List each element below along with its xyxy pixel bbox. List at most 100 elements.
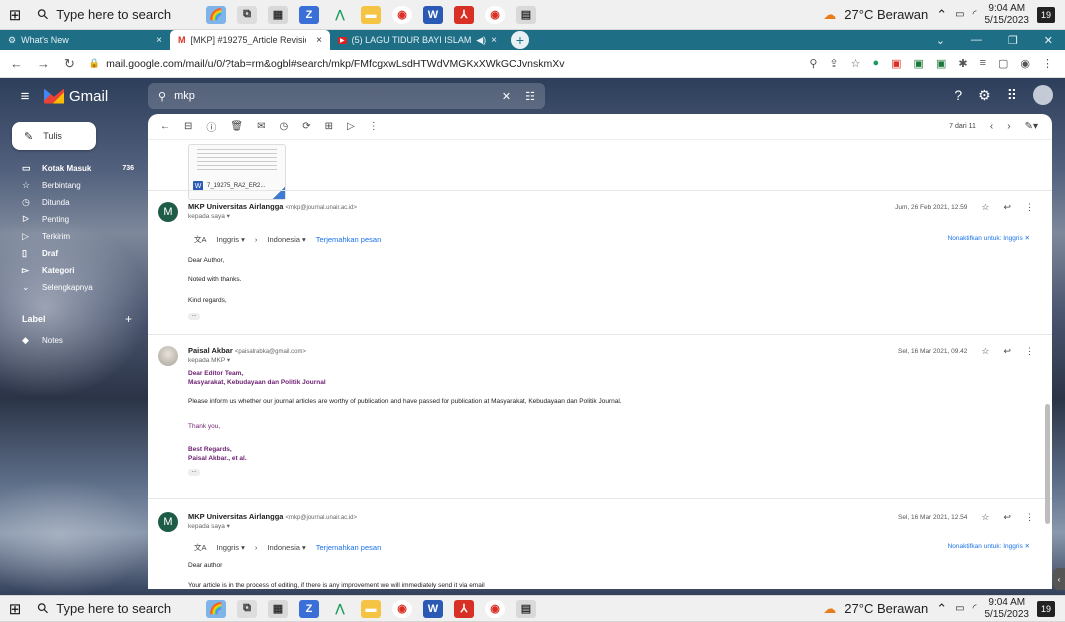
weather-text[interactable]: 27°C Berawan bbox=[844, 601, 928, 616]
search-icon[interactable]: ⚲ bbox=[158, 90, 166, 103]
file-explorer-icon[interactable]: ▬ bbox=[361, 599, 381, 618]
gmail-logo[interactable]: Gmail bbox=[44, 88, 108, 105]
attachment-card[interactable]: W 7_19275_RA2_ER2... bbox=[188, 144, 286, 200]
sidebar-item-inbox[interactable]: ▭ Kotak Masuk 736 bbox=[0, 160, 148, 176]
reply-icon[interactable]: ↩ bbox=[1003, 346, 1011, 357]
windows-start-icon[interactable]: ⊞ bbox=[0, 6, 30, 24]
translate-to[interactable]: Indonesia ▾ bbox=[267, 543, 305, 552]
sender-avatar[interactable] bbox=[158, 346, 178, 366]
task-view-icon[interactable]: ⧉ bbox=[237, 5, 257, 24]
mail-search-input[interactable]: ⚲ mkp ✕ ☷ bbox=[148, 83, 545, 109]
maximize-icon[interactable]: ❐ bbox=[1008, 34, 1018, 47]
recipients-toggle[interactable]: kepada saya ▾ bbox=[188, 212, 230, 220]
close-window-icon[interactable]: ✕ bbox=[1044, 34, 1053, 47]
clock[interactable]: 9:04 AM 5/15/2023 bbox=[985, 597, 1030, 621]
newer-icon[interactable]: ‹ bbox=[990, 121, 993, 132]
bookmark-star-icon[interactable]: ☆ bbox=[851, 57, 861, 70]
sender[interactable]: MKP Universitas Airlangga <mkp@journal.u… bbox=[188, 512, 357, 521]
app-icon[interactable]: 🌈 bbox=[206, 599, 226, 618]
windows-start-icon[interactable]: ⊞ bbox=[0, 600, 30, 618]
close-icon[interactable]: × bbox=[491, 35, 497, 46]
translate-from[interactable]: Inggris ▾ bbox=[217, 235, 245, 244]
sender-avatar[interactable]: M bbox=[158, 202, 178, 222]
sidebar-item-sent[interactable]: ▷ Terkirim bbox=[0, 228, 148, 244]
word-icon[interactable]: W bbox=[423, 5, 443, 24]
chrome-icon[interactable]: ◉ bbox=[392, 5, 412, 24]
star-icon[interactable]: ☆ bbox=[981, 512, 989, 523]
chrome-icon[interactable]: ◉ bbox=[485, 599, 505, 618]
extension-icon[interactable]: ▣ bbox=[891, 57, 901, 70]
input-tools-icon[interactable]: ✎▾ bbox=[1025, 121, 1038, 132]
reply-icon[interactable]: ↩ bbox=[1003, 202, 1011, 213]
extension-icon[interactable]: ▣ bbox=[936, 57, 946, 70]
sidebar-item-starred[interactable]: ☆ Berbintang bbox=[0, 177, 148, 193]
app-icon[interactable]: ⋀ bbox=[330, 599, 350, 618]
tab-whats-new[interactable]: ⚙ What's New × bbox=[0, 30, 170, 50]
sidebar-item-categories[interactable]: ▻ Kategori bbox=[0, 262, 148, 278]
sidebar-item-more[interactable]: ⌄ Selengkapnya bbox=[0, 279, 148, 295]
app-icon[interactable]: ▤ bbox=[516, 599, 536, 618]
turn-off-translate[interactable]: Nonaktifkan untuk: Inggris ✕ bbox=[948, 234, 1030, 242]
tab-search-icon[interactable]: ⌄ bbox=[936, 34, 945, 47]
labels-icon[interactable]: ▷ bbox=[347, 121, 355, 132]
show-trimmed-content[interactable]: ... bbox=[188, 468, 200, 476]
notification-icon[interactable]: 19 bbox=[1037, 600, 1055, 617]
app-icon[interactable]: Z bbox=[299, 5, 319, 24]
clear-search-icon[interactable]: ✕ bbox=[502, 90, 511, 103]
translate-link[interactable]: Terjemahkan pesan bbox=[316, 543, 381, 552]
word-icon[interactable]: W bbox=[423, 599, 443, 618]
translate-to[interactable]: Indonesia ▾ bbox=[267, 235, 305, 244]
new-tab-button[interactable]: + bbox=[511, 31, 529, 49]
star-icon[interactable]: ☆ bbox=[981, 202, 989, 213]
compose-button[interactable]: ✎ Tulis bbox=[12, 122, 96, 150]
url-field[interactable]: 🔒 mail.google.com/mail/u/0/?tab=rm&ogbl#… bbox=[89, 58, 565, 70]
pdf-icon[interactable]: ⅄ bbox=[454, 599, 474, 618]
more-vert-icon[interactable]: ⋮ bbox=[1025, 346, 1034, 357]
weather-text[interactable]: 27°C Berawan bbox=[844, 7, 928, 22]
sidebar-item-drafts[interactable]: ▯ Draf bbox=[0, 245, 148, 261]
report-spam-icon[interactable]: ⓘ bbox=[206, 119, 216, 134]
taskbar-search[interactable]: ⚲ Type here to search bbox=[30, 596, 180, 621]
tray-chevron-icon[interactable]: ⌃ bbox=[936, 601, 947, 617]
main-menu-icon[interactable]: ≡ bbox=[10, 88, 40, 105]
snooze-icon[interactable]: ◷ bbox=[279, 121, 288, 132]
side-panel-icon[interactable]: ▢ bbox=[998, 57, 1008, 70]
scrollbar[interactable] bbox=[1045, 404, 1050, 524]
extensions-puzzle-icon[interactable]: ✱ bbox=[958, 57, 967, 70]
show-trimmed-content[interactable]: ... bbox=[188, 312, 200, 320]
sidebar-item-notes[interactable]: ◆ Notes bbox=[0, 332, 148, 348]
tab-gmail[interactable]: M [MKP] #19275_Article Revision 3 × bbox=[170, 30, 330, 50]
chrome-icon[interactable]: ◉ bbox=[485, 5, 505, 24]
sidebar-item-snoozed[interactable]: ◷ Ditunda bbox=[0, 194, 148, 210]
forward-icon[interactable]: → bbox=[37, 56, 50, 72]
extension-icon[interactable]: ▣ bbox=[914, 57, 924, 70]
more-vert-icon[interactable]: ⋮ bbox=[369, 121, 379, 132]
recipients-toggle[interactable]: kepada MKP ▾ bbox=[188, 356, 230, 364]
mark-unread-icon[interactable]: ✉ bbox=[257, 121, 265, 132]
file-explorer-icon[interactable]: ▬ bbox=[361, 5, 381, 24]
side-panel-toggle[interactable]: ‹ bbox=[1053, 568, 1065, 590]
app-icon[interactable]: ▤ bbox=[516, 5, 536, 24]
share-icon[interactable]: ⇪ bbox=[829, 57, 838, 70]
recipients-toggle[interactable]: kepada saya ▾ bbox=[188, 522, 230, 530]
tab-youtube[interactable]: ▶ (5) LAGU TIDUR BAYI ISLAMI ◀) × bbox=[330, 30, 505, 50]
help-icon[interactable]: ? bbox=[954, 87, 962, 103]
wifi-icon[interactable]: ◜ bbox=[973, 9, 977, 20]
search-options-icon[interactable]: ☷ bbox=[525, 90, 535, 103]
tray-chevron-icon[interactable]: ⌃ bbox=[936, 7, 947, 23]
add-label-button[interactable]: + bbox=[125, 312, 132, 326]
archive-icon[interactable]: ⊟ bbox=[184, 121, 192, 132]
clock[interactable]: 9:04 AM 5/15/2023 bbox=[985, 3, 1030, 27]
close-icon[interactable]: × bbox=[156, 35, 162, 46]
translate-from[interactable]: Inggris ▾ bbox=[217, 543, 245, 552]
older-icon[interactable]: › bbox=[1007, 121, 1010, 132]
task-view-icon[interactable]: ⧉ bbox=[237, 599, 257, 618]
sidebar-item-important[interactable]: ᐅ Penting bbox=[0, 211, 148, 227]
wifi-icon[interactable]: ◜ bbox=[973, 603, 977, 614]
taskbar-search[interactable]: ⚲ Type here to search bbox=[30, 0, 180, 29]
apps-grid-icon[interactable]: ⠿ bbox=[1007, 87, 1017, 104]
more-vert-icon[interactable]: ⋮ bbox=[1042, 57, 1053, 70]
star-icon[interactable]: ☆ bbox=[981, 346, 989, 357]
account-avatar[interactable] bbox=[1033, 85, 1053, 105]
sender[interactable]: Paisal Akbar <paisalrabka@gmail.com> bbox=[188, 346, 306, 355]
